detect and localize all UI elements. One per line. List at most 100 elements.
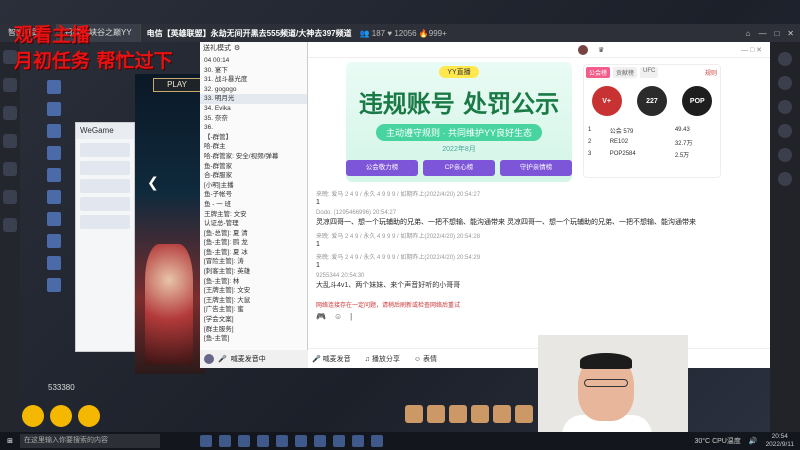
cp-rank-button[interactable]: CP亲心榜: [423, 160, 495, 176]
wegame-menu-item[interactable]: [80, 179, 130, 193]
channel-row[interactable]: 32. gogogo: [200, 85, 307, 95]
channel-row[interactable]: 35. 奈奈: [200, 114, 307, 124]
desktop-icon[interactable]: [47, 146, 61, 160]
tab-guild[interactable]: 公会榜: [586, 67, 611, 78]
chat-message[interactable]: 来晚: 爱马 2 4 9 / 永久 4 9 9 9 / 如期昨上(2022/4/…: [308, 250, 770, 271]
channel-row[interactable]: 鱼-群管家: [200, 162, 307, 172]
chat-message[interactable]: 来晚: 爱马 2 4 9 / 永久 4 9 9 9 / 如期昨上(2022/4/…: [308, 187, 770, 208]
desktop-icon[interactable]: [47, 124, 61, 138]
channel-row[interactable]: [冒险主管]: 涛: [200, 257, 307, 267]
channel-row[interactable]: 鱼 - 一 班: [200, 200, 307, 210]
rules-link[interactable]: 规则: [705, 68, 717, 77]
channel-row[interactable]: [鱼-主管]: 夏 冰: [200, 248, 307, 258]
gift-icon[interactable]: [405, 405, 423, 423]
mic-icon[interactable]: 🎤: [218, 355, 227, 363]
home-icon[interactable]: ⌂: [746, 29, 751, 38]
side-icon[interactable]: [778, 76, 792, 90]
dock-icon[interactable]: [3, 134, 17, 148]
channel-row[interactable]: [刺客主管]: 英雄: [200, 267, 307, 277]
app-icon[interactable]: [276, 435, 288, 447]
table-row[interactable]: 1 公会 579 49.43: [584, 124, 720, 136]
channel-row[interactable]: 30. 宴下: [200, 66, 307, 76]
side-icon[interactable]: [778, 172, 792, 186]
desktop-icon[interactable]: [47, 278, 61, 292]
wegame-menu-item[interactable]: [80, 197, 130, 211]
gift-icon[interactable]: [427, 405, 445, 423]
tab-contribution[interactable]: 贡献榜: [613, 67, 638, 78]
desktop-icon[interactable]: [47, 256, 61, 270]
mic-button[interactable]: 🎤 喊麦发音: [312, 354, 351, 364]
app-icon[interactable]: [352, 435, 364, 447]
tab-ufc[interactable]: UFC: [640, 67, 659, 78]
table-row[interactable]: 2 RE102 32.7万: [584, 136, 720, 148]
chat-message[interactable]: Dodo. (1295466996) 20:54:27 灵凉四哥一、想一个玩辅助的…: [308, 208, 770, 229]
app-icon[interactable]: [371, 435, 383, 447]
channel-row[interactable]: [王牌主管]: 大鼠: [200, 296, 307, 306]
app-icon[interactable]: [295, 435, 307, 447]
text-cursor[interactable]: |: [350, 312, 352, 324]
channel-row[interactable]: 【-群管】: [200, 133, 307, 143]
chat-message[interactable]: 9255344 20:54:30 大乱斗4v1、两个妹妹、来个声音好听的小哥哥: [308, 271, 770, 292]
maximize-icon[interactable]: □: [774, 29, 779, 38]
close-icon[interactable]: ✕: [787, 29, 794, 38]
volume-icon[interactable]: 🔊: [749, 437, 758, 445]
gift-icon[interactable]: [493, 405, 511, 423]
dock-icon[interactable]: [3, 190, 17, 204]
channel-row[interactable]: [学会文案]: [200, 315, 307, 325]
chevron-left-icon[interactable]: ❮: [147, 174, 159, 191]
game-icon[interactable]: 🎮: [316, 312, 326, 324]
channel-row[interactable]: 鱼-子帐号: [200, 190, 307, 200]
gift-icon[interactable]: [78, 405, 100, 427]
settings-icon[interactable]: ⚙: [234, 42, 240, 56]
dock-icon[interactable]: [3, 218, 17, 232]
guard-rank-button[interactable]: 守护亲情榜: [500, 160, 572, 176]
channel-row[interactable]: [王牌主管]: 文安: [200, 286, 307, 296]
app-icon[interactable]: [314, 435, 326, 447]
chat-message[interactable]: 来晚: 爱马 2 4 9 / 永久 4 9 9 9 / 如期昨上(2022/4/…: [308, 229, 770, 250]
side-icon[interactable]: [778, 124, 792, 138]
gift-icon[interactable]: [515, 405, 533, 423]
desktop-icon[interactable]: [47, 234, 61, 248]
desktop-icon[interactable]: [47, 168, 61, 182]
channel-row[interactable]: 04 00:14: [200, 56, 307, 66]
avatar[interactable]: [204, 354, 214, 364]
table-row[interactable]: 3 POP2584 2.5万: [584, 148, 720, 160]
channel-row[interactable]: [小明]主播: [200, 181, 307, 191]
taskbar-search[interactable]: 在这里输入你要搜索的内容: [20, 434, 160, 448]
channel-row[interactable]: 合-群服家: [200, 171, 307, 181]
app-icon[interactable]: [219, 435, 231, 447]
side-icon[interactable]: [778, 100, 792, 114]
emoji-icon[interactable]: ☺: [334, 312, 342, 324]
app-icon[interactable]: [238, 435, 250, 447]
desktop-icon[interactable]: [47, 190, 61, 204]
channel-row[interactable]: [鱼-主管]: 林: [200, 277, 307, 287]
windows-start-icon[interactable]: ⊞: [0, 437, 20, 445]
dock-icon[interactable]: [3, 78, 17, 92]
channel-row[interactable]: 34. Evika: [200, 104, 307, 114]
channel-row[interactable]: [群主服务]: [200, 325, 307, 335]
desktop-icon[interactable]: [47, 212, 61, 226]
gift-icon[interactable]: [449, 405, 467, 423]
minimize-icon[interactable]: —: [758, 29, 766, 38]
avatar[interactable]: [578, 44, 588, 55]
dock-icon[interactable]: [3, 162, 17, 176]
desktop-icon[interactable]: [47, 102, 61, 116]
channel-row[interactable]: 31. 战斗暴光度: [200, 75, 307, 85]
guild-rank-button[interactable]: 公会敬力榜: [346, 160, 418, 176]
share-button[interactable]: ♫ 播放分享: [365, 354, 400, 364]
channel-row[interactable]: 33. 明月光: [200, 94, 307, 104]
desktop-icon[interactable]: [47, 80, 61, 94]
dock-icon[interactable]: [3, 106, 17, 120]
channel-row[interactable]: [鱼-主管]: [200, 334, 307, 344]
app-icon[interactable]: [257, 435, 269, 447]
channel-row[interactable]: 哈-群主: [200, 142, 307, 152]
channel-row[interactable]: 认证总-管理: [200, 219, 307, 229]
app-icon[interactable]: [200, 435, 212, 447]
play-button[interactable]: PLAY: [153, 78, 201, 92]
channel-row[interactable]: 哈-群管家: 安全/视频/弹幕: [200, 152, 307, 162]
wegame-menu-item[interactable]: [80, 161, 130, 175]
channel-row[interactable]: 36.: [200, 123, 307, 133]
channel-row[interactable]: [广告主管]: 蜜: [200, 305, 307, 315]
channel-row[interactable]: 王牌主管: 文安: [200, 210, 307, 220]
app-icon[interactable]: [333, 435, 345, 447]
